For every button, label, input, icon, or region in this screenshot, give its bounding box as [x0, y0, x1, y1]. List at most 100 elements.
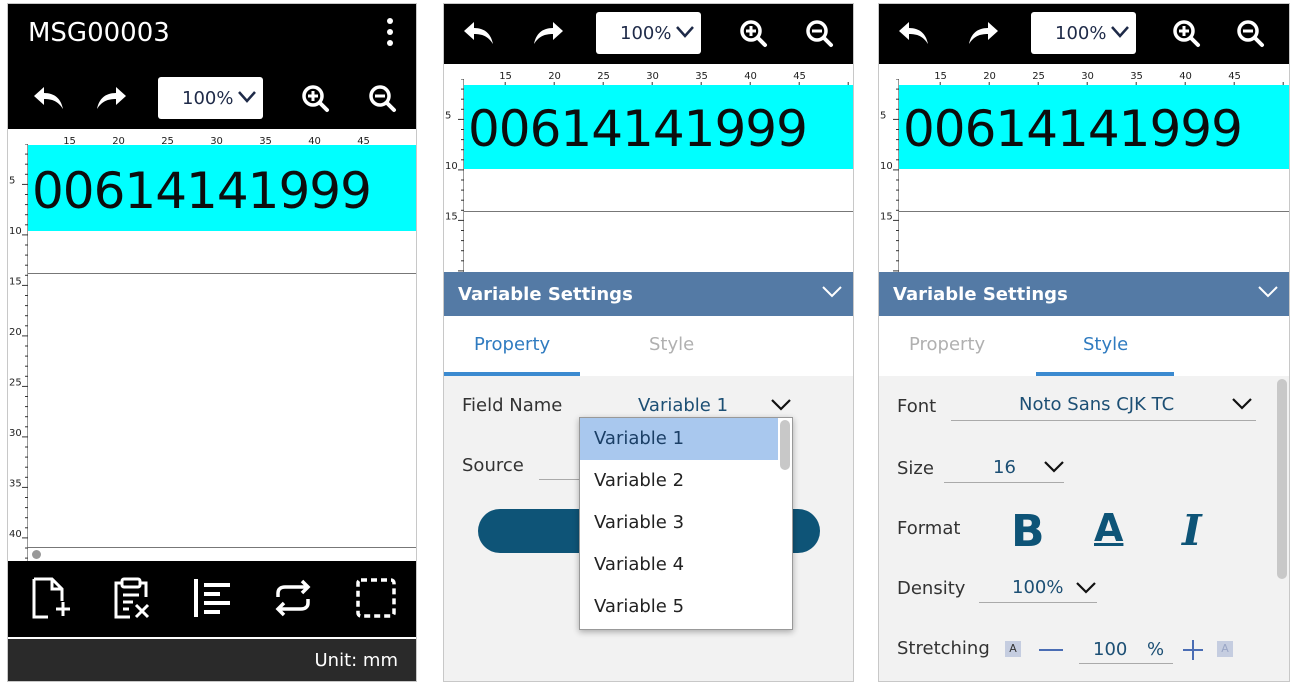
chevron-down-icon[interactable]: [1075, 581, 1097, 595]
decrease-icon[interactable]: [1039, 649, 1063, 651]
ruler-label: 20: [983, 71, 996, 82]
tab-style[interactable]: Style: [1083, 334, 1128, 355]
tab-property[interactable]: Property: [474, 334, 550, 355]
ruler-label: 30: [646, 71, 659, 82]
ruler-label: 5: [9, 175, 15, 186]
ruler-label: 40: [1179, 71, 1192, 82]
tab-style[interactable]: Style: [649, 334, 694, 355]
dropdown-option[interactable]: Variable 3: [580, 502, 778, 544]
stretch-narrow-icon: A: [1005, 641, 1021, 657]
panel-header[interactable]: Variable Settings: [879, 272, 1289, 316]
panel-header[interactable]: Variable Settings: [444, 272, 853, 316]
zoom-out-icon[interactable]: [800, 14, 840, 54]
dropdown-option[interactable]: Variable 4: [580, 544, 778, 586]
chevron-down-icon[interactable]: [770, 398, 792, 412]
zoom-out-icon[interactable]: [1231, 14, 1271, 54]
variable-style-screen: 100% 15 20 25 30 35 40 45 5 10 15 00614141999 Va…: [878, 3, 1290, 682]
ruler-label: 35: [695, 71, 708, 82]
stretch-wide-icon: A: [1217, 641, 1233, 657]
stretching-value[interactable]: 100: [1093, 639, 1127, 660]
dropdown-option[interactable]: Variable 1: [580, 418, 778, 460]
collapse-chevron-icon[interactable]: [1257, 284, 1279, 300]
label-boundary-line: [464, 211, 853, 212]
size-underline: [944, 482, 1064, 483]
ruler-label: 10: [445, 161, 458, 172]
ruler-label: 20: [9, 327, 22, 338]
ruler-label: 5: [445, 110, 451, 121]
density-label: Density: [897, 578, 966, 599]
ruler-label: 10: [880, 161, 893, 172]
chevron-down-icon: [676, 26, 694, 38]
redo-icon[interactable]: [962, 14, 1002, 54]
underline-button[interactable]: A: [1094, 506, 1123, 550]
ruler-label: 25: [9, 377, 22, 388]
dropdown-scrollbar[interactable]: [780, 420, 790, 470]
density-value[interactable]: 100%: [1012, 577, 1063, 598]
ruler-label: 30: [9, 428, 22, 439]
edit-toolbar: 100%: [879, 4, 1289, 64]
editor-screen: MSG00003 100% 15 20 25 30 35 40 45 5 10 15 20 25 30…: [7, 3, 417, 682]
bottom-toolbar: [8, 561, 416, 637]
ruler-label: 30: [1081, 71, 1094, 82]
source-field-underline[interactable]: [539, 479, 584, 480]
redo-icon[interactable]: [527, 14, 567, 54]
undo-icon[interactable]: [30, 79, 70, 119]
font-underline: [951, 420, 1256, 421]
chevron-down-icon[interactable]: [1231, 397, 1253, 411]
zoom-out-icon[interactable]: [363, 79, 403, 119]
collapse-chevron-icon[interactable]: [821, 284, 843, 300]
increase-icon[interactable]: [1181, 638, 1205, 662]
undo-icon[interactable]: [895, 14, 935, 54]
chevron-down-icon[interactable]: [1043, 460, 1065, 474]
label-bottom-line: [28, 547, 416, 548]
new-file-icon[interactable]: [26, 575, 72, 621]
barcode-text-field[interactable]: 00614141999: [903, 100, 1243, 158]
clipboard-icon[interactable]: [108, 575, 154, 621]
barcode-text-field[interactable]: 00614141999: [468, 100, 808, 158]
panel-title: Variable Settings: [458, 284, 633, 305]
ruler-label: 15: [499, 71, 512, 82]
unit-label: Unit: mm: [314, 650, 399, 671]
undo-icon[interactable]: [460, 14, 500, 54]
ruler-label: 15: [445, 211, 458, 222]
edit-toolbar: 100%: [444, 4, 853, 64]
vertical-ruler-ticks: 5 10 15: [880, 78, 900, 274]
select-area-icon[interactable]: [353, 575, 399, 621]
variable-property-screen: 100% 15 20 25 30 35 40 45 5 10 15 00614141999 Va…: [443, 3, 854, 682]
stretching-label: Stretching: [897, 638, 990, 659]
panel-title: Variable Settings: [893, 284, 1068, 305]
barcode-text-field[interactable]: 00614141999: [32, 162, 372, 220]
size-value[interactable]: 16: [993, 457, 1016, 478]
ruler-label: 15: [880, 211, 893, 222]
ruler-label: 35: [1130, 71, 1143, 82]
bold-button[interactable]: B: [1011, 506, 1045, 557]
vertical-ruler-ticks: 5 10 15: [445, 78, 465, 274]
zoom-select[interactable]: 100%: [596, 12, 701, 54]
tab-property[interactable]: Property: [909, 334, 985, 355]
zoom-select[interactable]: 100%: [1031, 12, 1136, 54]
dropdown-option[interactable]: Variable 2: [580, 460, 778, 502]
ruler-label: 25: [597, 71, 610, 82]
field-name-dropdown[interactable]: Variable 1 Variable 2 Variable 3 Variabl…: [579, 417, 793, 630]
align-icon[interactable]: [190, 575, 236, 621]
repeat-icon[interactable]: [270, 575, 316, 621]
field-name-value[interactable]: Variable 1: [638, 395, 728, 416]
zoom-in-icon[interactable]: [734, 14, 774, 54]
dropdown-option[interactable]: Variable 5: [580, 586, 778, 628]
zoom-select[interactable]: 100%: [158, 77, 263, 119]
zoom-in-icon[interactable]: [296, 79, 336, 119]
font-label: Font: [897, 396, 937, 417]
italic-button[interactable]: I: [1182, 506, 1202, 555]
size-label: Size: [897, 458, 934, 479]
source-label: Source: [462, 455, 524, 476]
chevron-down-icon: [238, 91, 256, 103]
chevron-down-icon: [1111, 26, 1129, 38]
redo-icon[interactable]: [90, 79, 130, 119]
font-value[interactable]: Noto Sans CJK TC: [1019, 394, 1174, 415]
ruler-label: 20: [548, 71, 561, 82]
zoom-value: 100%: [182, 88, 234, 109]
more-menu-icon[interactable]: [386, 18, 394, 54]
resize-handle[interactable]: [32, 550, 41, 559]
zoom-in-icon[interactable]: [1167, 14, 1207, 54]
form-scrollbar[interactable]: [1277, 379, 1287, 579]
